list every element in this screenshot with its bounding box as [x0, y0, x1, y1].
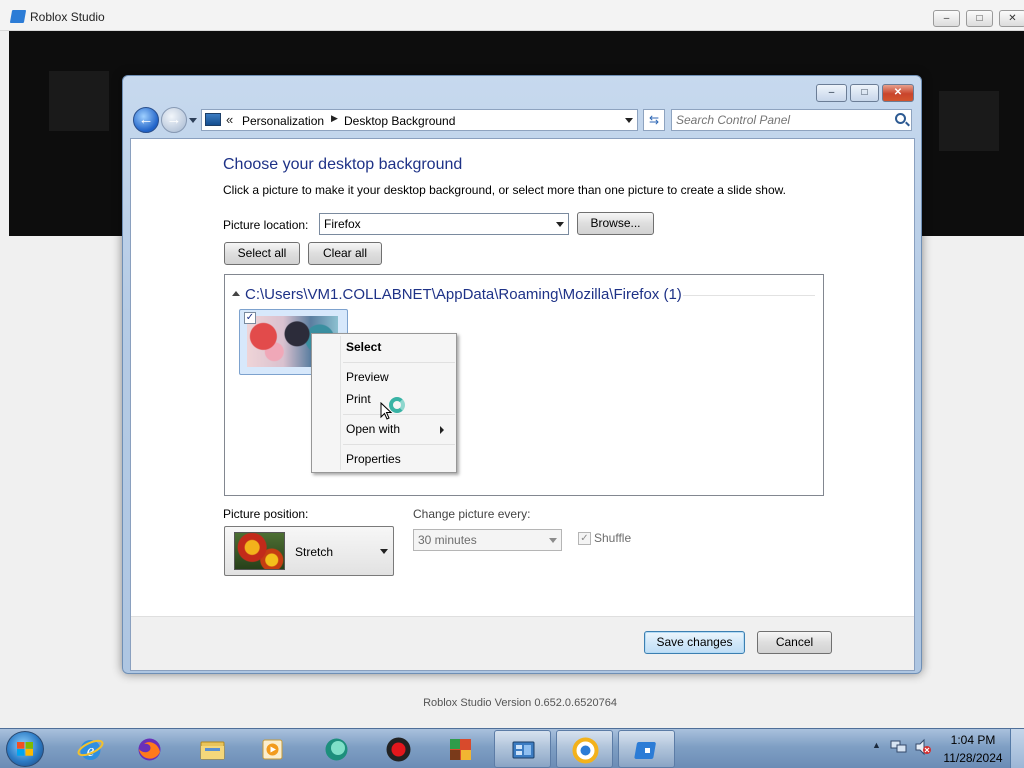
- folder-icon: [200, 741, 225, 760]
- menu-gutter: [340, 336, 341, 470]
- volume-muted-icon[interactable]: [914, 738, 932, 756]
- picture-location-label: Picture location:: [223, 218, 309, 232]
- taskbar-app-green[interactable]: [308, 730, 365, 768]
- search-input[interactable]: [676, 113, 881, 127]
- change-interval-select[interactable]: 30 minutes: [413, 529, 562, 551]
- breadcrumb-separator-icon[interactable]: ▶: [331, 113, 338, 124]
- menu-divider: [343, 444, 455, 445]
- control-panel-icon: [512, 741, 535, 759]
- clock-date[interactable]: 11/28/2024: [940, 751, 1006, 765]
- picture-position-select[interactable]: Stretch: [224, 526, 394, 576]
- change-picture-every-label: Change picture every:: [413, 507, 531, 521]
- menu-item-print[interactable]: Print: [346, 392, 371, 406]
- picture-position-label: Picture position:: [223, 507, 309, 521]
- address-dropdown-icon[interactable]: [625, 118, 633, 123]
- submenu-arrow-icon: [440, 426, 444, 434]
- shuffle-check-icon[interactable]: ✓: [578, 532, 591, 545]
- minimize-icon[interactable]: –: [933, 10, 960, 27]
- menu-item-preview[interactable]: Preview: [346, 370, 389, 384]
- browser-app-icon: [572, 737, 599, 764]
- roblox-studio-logo-icon: [9, 10, 27, 23]
- clear-all-button[interactable]: Clear all: [308, 242, 382, 265]
- picture-position-value: Stretch: [295, 545, 334, 559]
- windows-logo-icon: [17, 742, 33, 756]
- content-pane: Choose your desktop background Click a p…: [130, 138, 915, 671]
- folder-header-divider: [683, 295, 815, 296]
- menu-item-select[interactable]: Select: [346, 340, 381, 354]
- roblox-studio-title: Roblox Studio: [30, 10, 105, 24]
- window-maximize-icon[interactable]: □: [850, 84, 879, 102]
- menu-item-open-with[interactable]: Open with: [346, 422, 400, 436]
- green-app-icon: [325, 738, 348, 761]
- menu-divider: [343, 414, 455, 415]
- window-close-icon[interactable]: ✕: [882, 84, 914, 102]
- chevron-down-icon: [380, 549, 388, 554]
- taskbar-firefox[interactable]: [121, 730, 178, 768]
- control-panel-icon: [205, 113, 221, 126]
- menu-divider: [343, 362, 455, 363]
- taskbar-roblox-studio[interactable]: [618, 730, 675, 768]
- maximize-icon[interactable]: □: [966, 10, 993, 27]
- save-changes-button[interactable]: Save changes: [644, 631, 745, 654]
- collapse-triangle-icon[interactable]: [232, 291, 240, 296]
- taskbar-control-panel[interactable]: [494, 730, 551, 768]
- forward-button[interactable]: →: [161, 107, 187, 133]
- search-box[interactable]: [671, 109, 912, 131]
- change-interval-value: 30 minutes: [418, 533, 477, 547]
- taskbar-paint-app[interactable]: [432, 730, 489, 768]
- media-player-icon: [262, 739, 283, 760]
- search-icon[interactable]: [895, 113, 906, 124]
- record-icon: [386, 737, 411, 762]
- chevron-down-icon: [549, 538, 557, 543]
- address-bar[interactable]: « Personalization ▶ Desktop Background: [201, 109, 638, 131]
- picture-location-select[interactable]: Firefox: [319, 213, 569, 235]
- desktop-background-window: – □ ✕ ← → « Personalization ▶ Desktop Ba…: [122, 75, 922, 674]
- browse-button[interactable]: Browse...: [577, 212, 654, 235]
- thumbnail-checkbox[interactable]: ✓: [244, 312, 256, 324]
- clock-time[interactable]: 1:04 PM: [946, 733, 1000, 747]
- taskbar-chrome-app[interactable]: [556, 730, 613, 768]
- roblox-studio-icon: [634, 742, 656, 759]
- taskbar-internet-explorer[interactable]: e: [62, 730, 119, 768]
- close-icon[interactable]: ✕: [999, 10, 1024, 27]
- window-minimize-icon[interactable]: –: [816, 84, 847, 102]
- start-button[interactable]: [6, 731, 44, 767]
- firefox-icon: [138, 738, 161, 761]
- internet-explorer-icon: e: [77, 739, 104, 760]
- button-bar: Save changes Cancel: [131, 616, 914, 670]
- paint-app-icon: [450, 739, 471, 760]
- refresh-icon[interactable]: ⇆: [643, 109, 665, 131]
- position-preview-image: [234, 532, 285, 570]
- taskbar-recorder[interactable]: [370, 730, 427, 768]
- folder-header[interactable]: C:\Users\VM1.COLLABNET\AppData\Roaming\M…: [245, 286, 682, 303]
- back-button[interactable]: ←: [133, 107, 159, 133]
- roblox-studio-version: Roblox Studio Version 0.652.0.6520764: [423, 697, 617, 709]
- network-icon[interactable]: [890, 739, 908, 755]
- show-desktop-button[interactable]: [1010, 729, 1024, 768]
- chevron-down-icon: [556, 222, 564, 227]
- breadcrumb-personalization[interactable]: Personalization: [242, 114, 324, 128]
- breadcrumb-desktop-background[interactable]: Desktop Background: [344, 114, 455, 128]
- cancel-button[interactable]: Cancel: [757, 631, 832, 654]
- taskbar-media-player[interactable]: [244, 730, 301, 768]
- select-all-button[interactable]: Select all: [224, 242, 300, 265]
- recent-pages-chevron-icon[interactable]: [189, 118, 197, 123]
- menu-item-properties[interactable]: Properties: [346, 452, 401, 466]
- roblox-studio-titlebar: Roblox Studio – □ ✕: [0, 0, 1024, 31]
- page-description: Click a picture to make it your desktop …: [223, 183, 786, 197]
- picture-location-value: Firefox: [324, 217, 361, 231]
- show-hidden-icons-icon[interactable]: ▲: [872, 740, 881, 750]
- cursor-icon: [380, 402, 392, 420]
- shuffle-label: Shuffle: [594, 531, 632, 545]
- overflow-chevron-icon[interactable]: «: [226, 112, 233, 127]
- page-title: Choose your desktop background: [223, 156, 463, 173]
- taskbar-file-explorer[interactable]: [184, 730, 241, 768]
